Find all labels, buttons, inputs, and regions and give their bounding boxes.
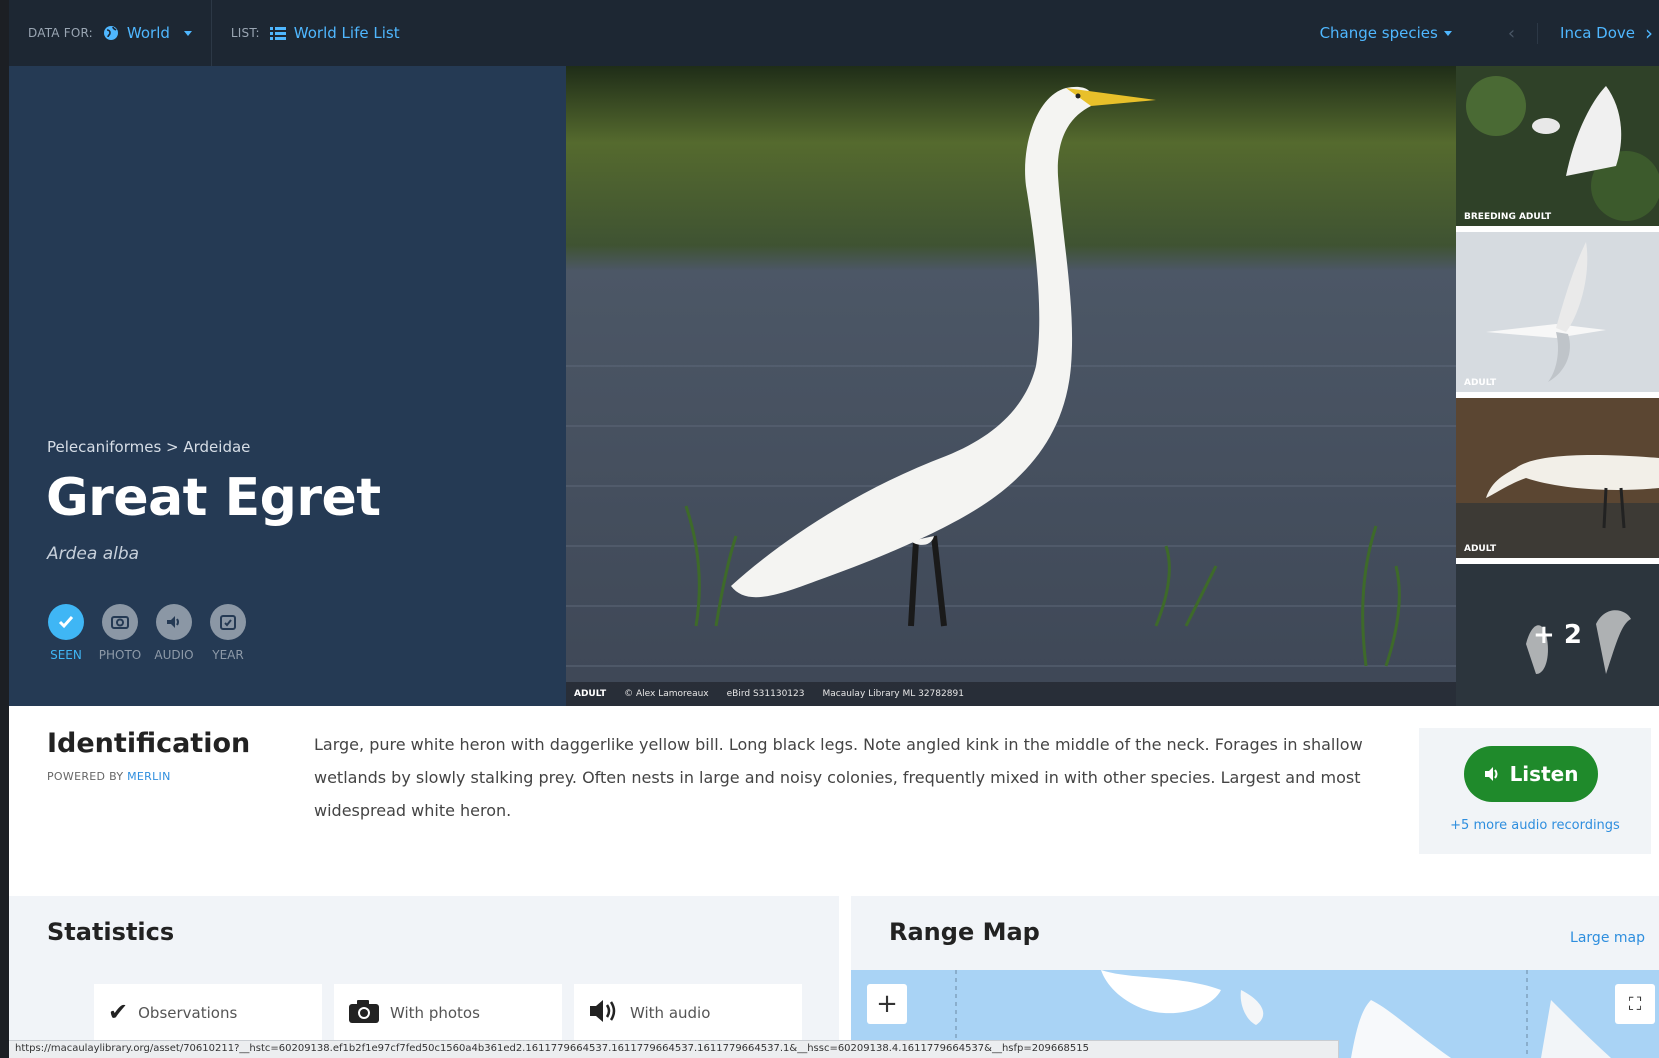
- badge-audio[interactable]: AUDIO: [154, 604, 194, 662]
- camera-icon: [348, 998, 380, 1030]
- badge-year-label: YEAR: [212, 648, 244, 662]
- badge-seen[interactable]: SEEN: [47, 604, 85, 662]
- photo-caption: ADULT © Alex Lamoreaux eBird S31130123 M…: [566, 682, 1456, 706]
- badge-year[interactable]: YEAR: [209, 604, 247, 662]
- taxonomy-breadcrumb[interactable]: Pelecaniformes > Ardeidae: [47, 438, 250, 456]
- fullscreen-icon[interactable]: ⛶: [1615, 984, 1655, 1024]
- stat-card-label: With audio: [630, 1004, 711, 1022]
- merlin-link[interactable]: MERLIN: [127, 770, 171, 783]
- photo-macaulay-link[interactable]: Macaulay Library ML 32782891: [822, 689, 963, 699]
- change-species-label: Change species: [1319, 24, 1438, 42]
- speaker-icon: [588, 998, 620, 1030]
- identification-title: Identification: [47, 728, 251, 759]
- species-common-name: Great Egret: [46, 468, 381, 528]
- region-label: World: [126, 24, 170, 42]
- life-list-badges: SEEN PHOTO AUDIO YEAR: [47, 604, 247, 662]
- next-species-label: Inca Dove: [1560, 24, 1635, 42]
- egret-thumbnail-image: [1456, 398, 1659, 558]
- stat-card-label: Observations: [138, 1004, 238, 1022]
- statistics-section: Statistics ✔ Observations With photos Wi…: [9, 896, 839, 1058]
- powered-by: POWERED BY MERLIN: [47, 770, 171, 783]
- range-map-section: Range Map Large map + ⛶: [851, 896, 1659, 1058]
- species-main-photo[interactable]: ADULT © Alex Lamoreaux eBird S31130123 M…: [566, 66, 1456, 706]
- check-icon: [48, 604, 84, 640]
- thumbnail-breeding-adult[interactable]: BREEDING ADULT: [1456, 66, 1659, 226]
- speaker-icon: [1484, 767, 1498, 781]
- region-dropdown[interactable]: World: [103, 24, 192, 42]
- statistics-title: Statistics: [47, 918, 175, 946]
- listen-button[interactable]: Listen: [1464, 746, 1598, 802]
- large-map-link[interactable]: Large map: [1570, 930, 1645, 946]
- range-map-title: Range Map: [889, 918, 1040, 946]
- thumbnail-adult-flight[interactable]: ADULT: [1456, 232, 1659, 392]
- chevron-left-icon: ‹: [1507, 22, 1516, 44]
- next-species-button[interactable]: Inca Dove ›: [1538, 21, 1659, 45]
- data-for-selector[interactable]: DATA FOR: World: [9, 0, 212, 66]
- speaker-icon: [156, 604, 192, 640]
- calendar-check-icon: [210, 604, 246, 640]
- more-photos-count: + 2: [1456, 564, 1659, 706]
- browser-status-bar: https://macaulaylibrary.org/asset/706102…: [9, 1040, 1339, 1058]
- thumbnail-more-photos[interactable]: + 2: [1456, 564, 1659, 706]
- camera-icon: [102, 604, 138, 640]
- photo-ebird-link[interactable]: eBird S31130123: [727, 689, 805, 699]
- badge-seen-label: SEEN: [50, 648, 82, 662]
- badge-audio-label: AUDIO: [154, 648, 194, 662]
- previous-species-button[interactable]: ‹: [1486, 22, 1539, 44]
- photo-age-tag: ADULT: [574, 689, 607, 699]
- badge-photo[interactable]: PHOTO: [98, 604, 142, 662]
- egret-thumbnail-image: [1456, 66, 1659, 226]
- identification-section: Identification POWERED BY MERLIN Large, …: [9, 706, 1659, 882]
- globe-icon: [103, 26, 118, 40]
- list-label: LIST:: [230, 26, 260, 40]
- badge-photo-label: PHOTO: [98, 648, 142, 662]
- species-header-panel: Pelecaniformes > Ardeidae Great Egret Ar…: [9, 66, 566, 706]
- top-nav-bar: DATA FOR: World LIST: World Life List Ch…: [9, 0, 1659, 66]
- check-icon: ✔: [108, 998, 129, 1026]
- thumbnail-tag: ADULT: [1464, 544, 1497, 554]
- change-species-dropdown[interactable]: Change species: [1320, 24, 1486, 42]
- list-selector[interactable]: LIST: World Life List: [212, 0, 419, 66]
- stat-card-label: With photos: [390, 1004, 480, 1022]
- data-for-label: DATA FOR:: [28, 26, 93, 40]
- photo-thumbnails: BREEDING ADULT ADULT ADULT + 2: [1456, 66, 1659, 706]
- list-link[interactable]: World Life List: [269, 24, 400, 42]
- page: DATA FOR: World LIST: World Life List Ch…: [0, 0, 1659, 1058]
- listen-label: Listen: [1509, 762, 1579, 786]
- more-audio-link[interactable]: +5 more audio recordings: [1419, 818, 1651, 833]
- chevron-down-icon: [1443, 30, 1452, 36]
- identification-description: Large, pure white heron with daggerlike …: [314, 735, 1363, 820]
- thumbnail-tag: BREEDING ADULT: [1464, 212, 1552, 222]
- list-name: World Life List: [293, 24, 400, 42]
- thumbnail-tag: ADULT: [1464, 378, 1497, 388]
- powered-by-label: POWERED BY: [47, 770, 124, 783]
- list-icon: [269, 26, 286, 40]
- audio-panel: Listen +5 more audio recordings: [1419, 728, 1651, 854]
- photo-credit: © Alex Lamoreaux: [624, 689, 709, 699]
- chevron-down-icon: [183, 30, 192, 36]
- thumbnail-adult-foraging[interactable]: ADULT: [1456, 398, 1659, 558]
- species-hero: Pelecaniformes > Ardeidae Great Egret Ar…: [9, 66, 1659, 706]
- egret-thumbnail-image: [1456, 232, 1659, 392]
- chevron-right-icon: ›: [1645, 21, 1653, 45]
- great-egret-photo: [566, 66, 1456, 706]
- zoom-in-button[interactable]: +: [867, 984, 907, 1024]
- species-scientific-name: Ardea alba: [47, 544, 140, 564]
